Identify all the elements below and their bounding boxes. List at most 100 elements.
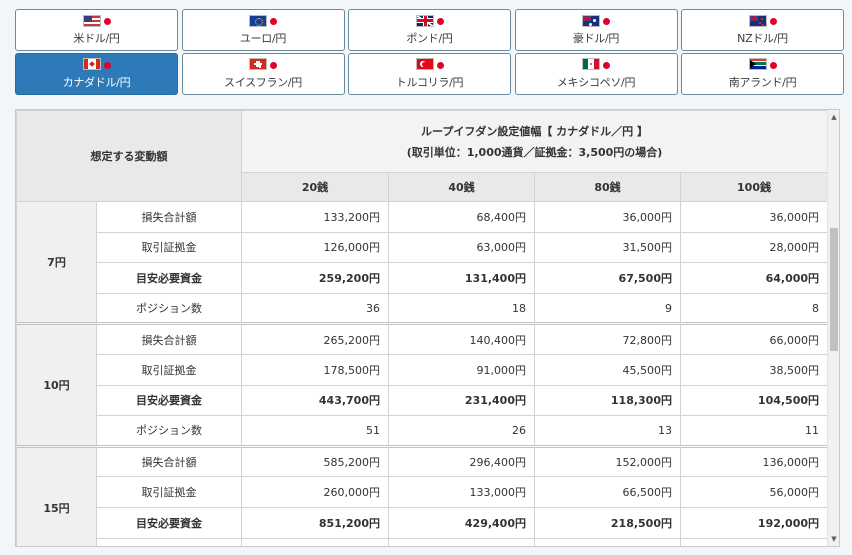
jp-flag-icon — [270, 61, 277, 69]
value-cell: 63,000円 — [388, 231, 535, 264]
flag-pair — [415, 14, 444, 27]
tab-tr[interactable]: トルコリラ/円 — [348, 52, 511, 95]
value-cell — [534, 537, 681, 546]
tab-label: カナダドル/円 — [62, 75, 131, 89]
tab-eu[interactable]: ユーロ/円 — [181, 9, 345, 51]
tab-label: 豪ドル/円 — [572, 32, 620, 45]
table-row: ポジション数 — [17, 537, 829, 546]
variation-label: 15円 — [16, 444, 97, 546]
us-flag-icon — [82, 14, 101, 27]
tab-au[interactable]: 豪ドル/円 — [514, 9, 678, 51]
variation-label: 10円 — [16, 322, 97, 447]
table-row: 取引証拠金 126,000円 63,000円 31,500円 28,000円 — [17, 231, 829, 264]
value-cell: 296,400円 — [388, 444, 535, 478]
row-item-label: ポジション数 — [96, 292, 242, 325]
value-cell: 152,000円 — [534, 444, 681, 478]
value-cell — [241, 537, 389, 546]
row-item-label: 目安必要資金 — [96, 506, 242, 539]
value-cell: 68,400円 — [388, 201, 535, 233]
flag-pair — [748, 14, 777, 27]
currency-tabs: 米ドル/円 ユーロ/円 ポンド/円 豪ドル/円 NZドル/円カナダドル/円 スイスフラン/… — [15, 9, 844, 95]
table-title-line1: ループイフダン設定値幅【 カナダドル／円 】 — [421, 124, 649, 138]
table-row: 10円 損失合計額 265,200円 140,400円 72,800円 66,000円 — [16, 322, 829, 447]
au-flag-icon — [582, 14, 600, 27]
tab-za[interactable]: 南アランド/円 — [681, 52, 844, 95]
value-cell: 131,400円 — [388, 262, 535, 294]
loop-ifdone-table-panel: 想定する変動額 ループイフダン設定値幅【 カナダドル／円 】 (取引単位：1,0… — [15, 109, 840, 547]
tab-gb[interactable]: ポンド/円 — [348, 9, 511, 51]
tab-label: 南アランド/円 — [728, 75, 797, 89]
jp-flag-icon — [603, 18, 610, 25]
za-flag-icon — [748, 58, 767, 70]
value-cell: 26 — [388, 415, 535, 447]
value-cell: 72,800円 — [534, 322, 681, 355]
value-cell: 585,200円 — [241, 444, 389, 478]
col-header-40sen: 40銭 — [388, 172, 535, 202]
row-item-label: 取引証拠金 — [96, 353, 242, 386]
value-cell: 38,500円 — [679, 353, 829, 386]
value-cell: 9 — [534, 292, 681, 325]
tab-label: トルコリラ/円 — [395, 75, 464, 89]
row-item-label: 取引証拠金 — [96, 231, 242, 264]
flag-pair — [415, 58, 444, 71]
value-cell: 443,700円 — [241, 384, 389, 417]
scroll-up-arrow-icon[interactable]: ▲ — [828, 110, 839, 124]
jp-flag-icon — [103, 61, 111, 69]
value-cell: 45,500円 — [534, 353, 681, 386]
nz-flag-icon — [748, 14, 767, 27]
ch-flag-icon — [249, 58, 267, 70]
jp-flag-icon — [103, 18, 111, 25]
table-title: ループイフダン設定値幅【 カナダドル／円 】 (取引単位：1,000通貨／証拠金… — [240, 110, 829, 173]
value-cell: 36,000円 — [534, 201, 681, 233]
tab-nz[interactable]: NZドル/円 — [681, 9, 844, 51]
ca-flag-icon — [82, 58, 101, 70]
value-cell: 51 — [241, 415, 389, 447]
tab-label: 米ドル/円 — [73, 32, 120, 45]
tr-flag-icon — [415, 58, 434, 70]
value-cell: 140,400円 — [388, 322, 535, 355]
table-row: 目安必要資金 443,700円 231,400円 118,300円 104,500円 — [17, 384, 829, 417]
value-cell: 231,400円 — [388, 384, 535, 417]
value-cell: 429,400円 — [388, 506, 535, 539]
tab-us[interactable]: 米ドル/円 — [15, 9, 178, 51]
tab-label: ユーロ/円 — [239, 32, 287, 45]
corner-header: 想定する変動額 — [16, 110, 242, 202]
tab-label: スイスフラン/円 — [224, 75, 302, 89]
value-cell: 56,000円 — [679, 476, 829, 508]
value-cell: 133,200円 — [241, 201, 389, 233]
value-cell: 11 — [679, 415, 829, 447]
row-item-label: 損失合計額 — [96, 444, 242, 478]
flag-pair — [249, 14, 277, 27]
flag-pair — [249, 58, 277, 71]
scrollbar-thumb[interactable] — [830, 228, 838, 351]
requirements-table: 想定する変動額 ループイフダン設定値幅【 カナダドル／円 】 (取引単位：1,0… — [16, 110, 829, 546]
vertical-scrollbar[interactable]: ▲ ▼ — [827, 110, 839, 546]
scroll-down-arrow-icon[interactable]: ▼ — [828, 532, 839, 546]
value-cell: 36,000円 — [679, 201, 829, 233]
value-cell: 265,200円 — [241, 322, 389, 355]
value-cell: 136,000円 — [679, 444, 829, 478]
flag-pair — [82, 58, 111, 71]
row-item-label: 損失合計額 — [96, 322, 242, 355]
row-item-label: 目安必要資金 — [96, 384, 242, 417]
flag-pair — [748, 58, 777, 71]
flag-pair — [82, 14, 111, 27]
jp-flag-icon — [436, 18, 444, 25]
value-cell: 178,500円 — [241, 353, 389, 386]
row-item-label: 取引証拠金 — [96, 476, 242, 508]
tab-label: NZドル/円 — [737, 32, 788, 45]
value-cell: 8 — [679, 292, 829, 325]
tab-ch[interactable]: スイスフラン/円 — [181, 52, 345, 95]
value-cell: 28,000円 — [679, 231, 829, 264]
value-cell: 36 — [241, 292, 389, 325]
tab-mx[interactable]: メキシコペソ/円 — [514, 52, 678, 95]
gb-flag-icon — [415, 14, 434, 27]
value-cell: 91,000円 — [388, 353, 535, 386]
value-cell: 104,500円 — [679, 384, 829, 417]
value-cell: 192,000円 — [679, 506, 829, 539]
jp-flag-icon — [436, 61, 444, 69]
value-cell: 13 — [534, 415, 681, 447]
tab-ca[interactable]: カナダドル/円 — [15, 52, 178, 95]
jp-flag-icon — [270, 18, 277, 25]
row-item-label: 損失合計額 — [96, 201, 242, 233]
